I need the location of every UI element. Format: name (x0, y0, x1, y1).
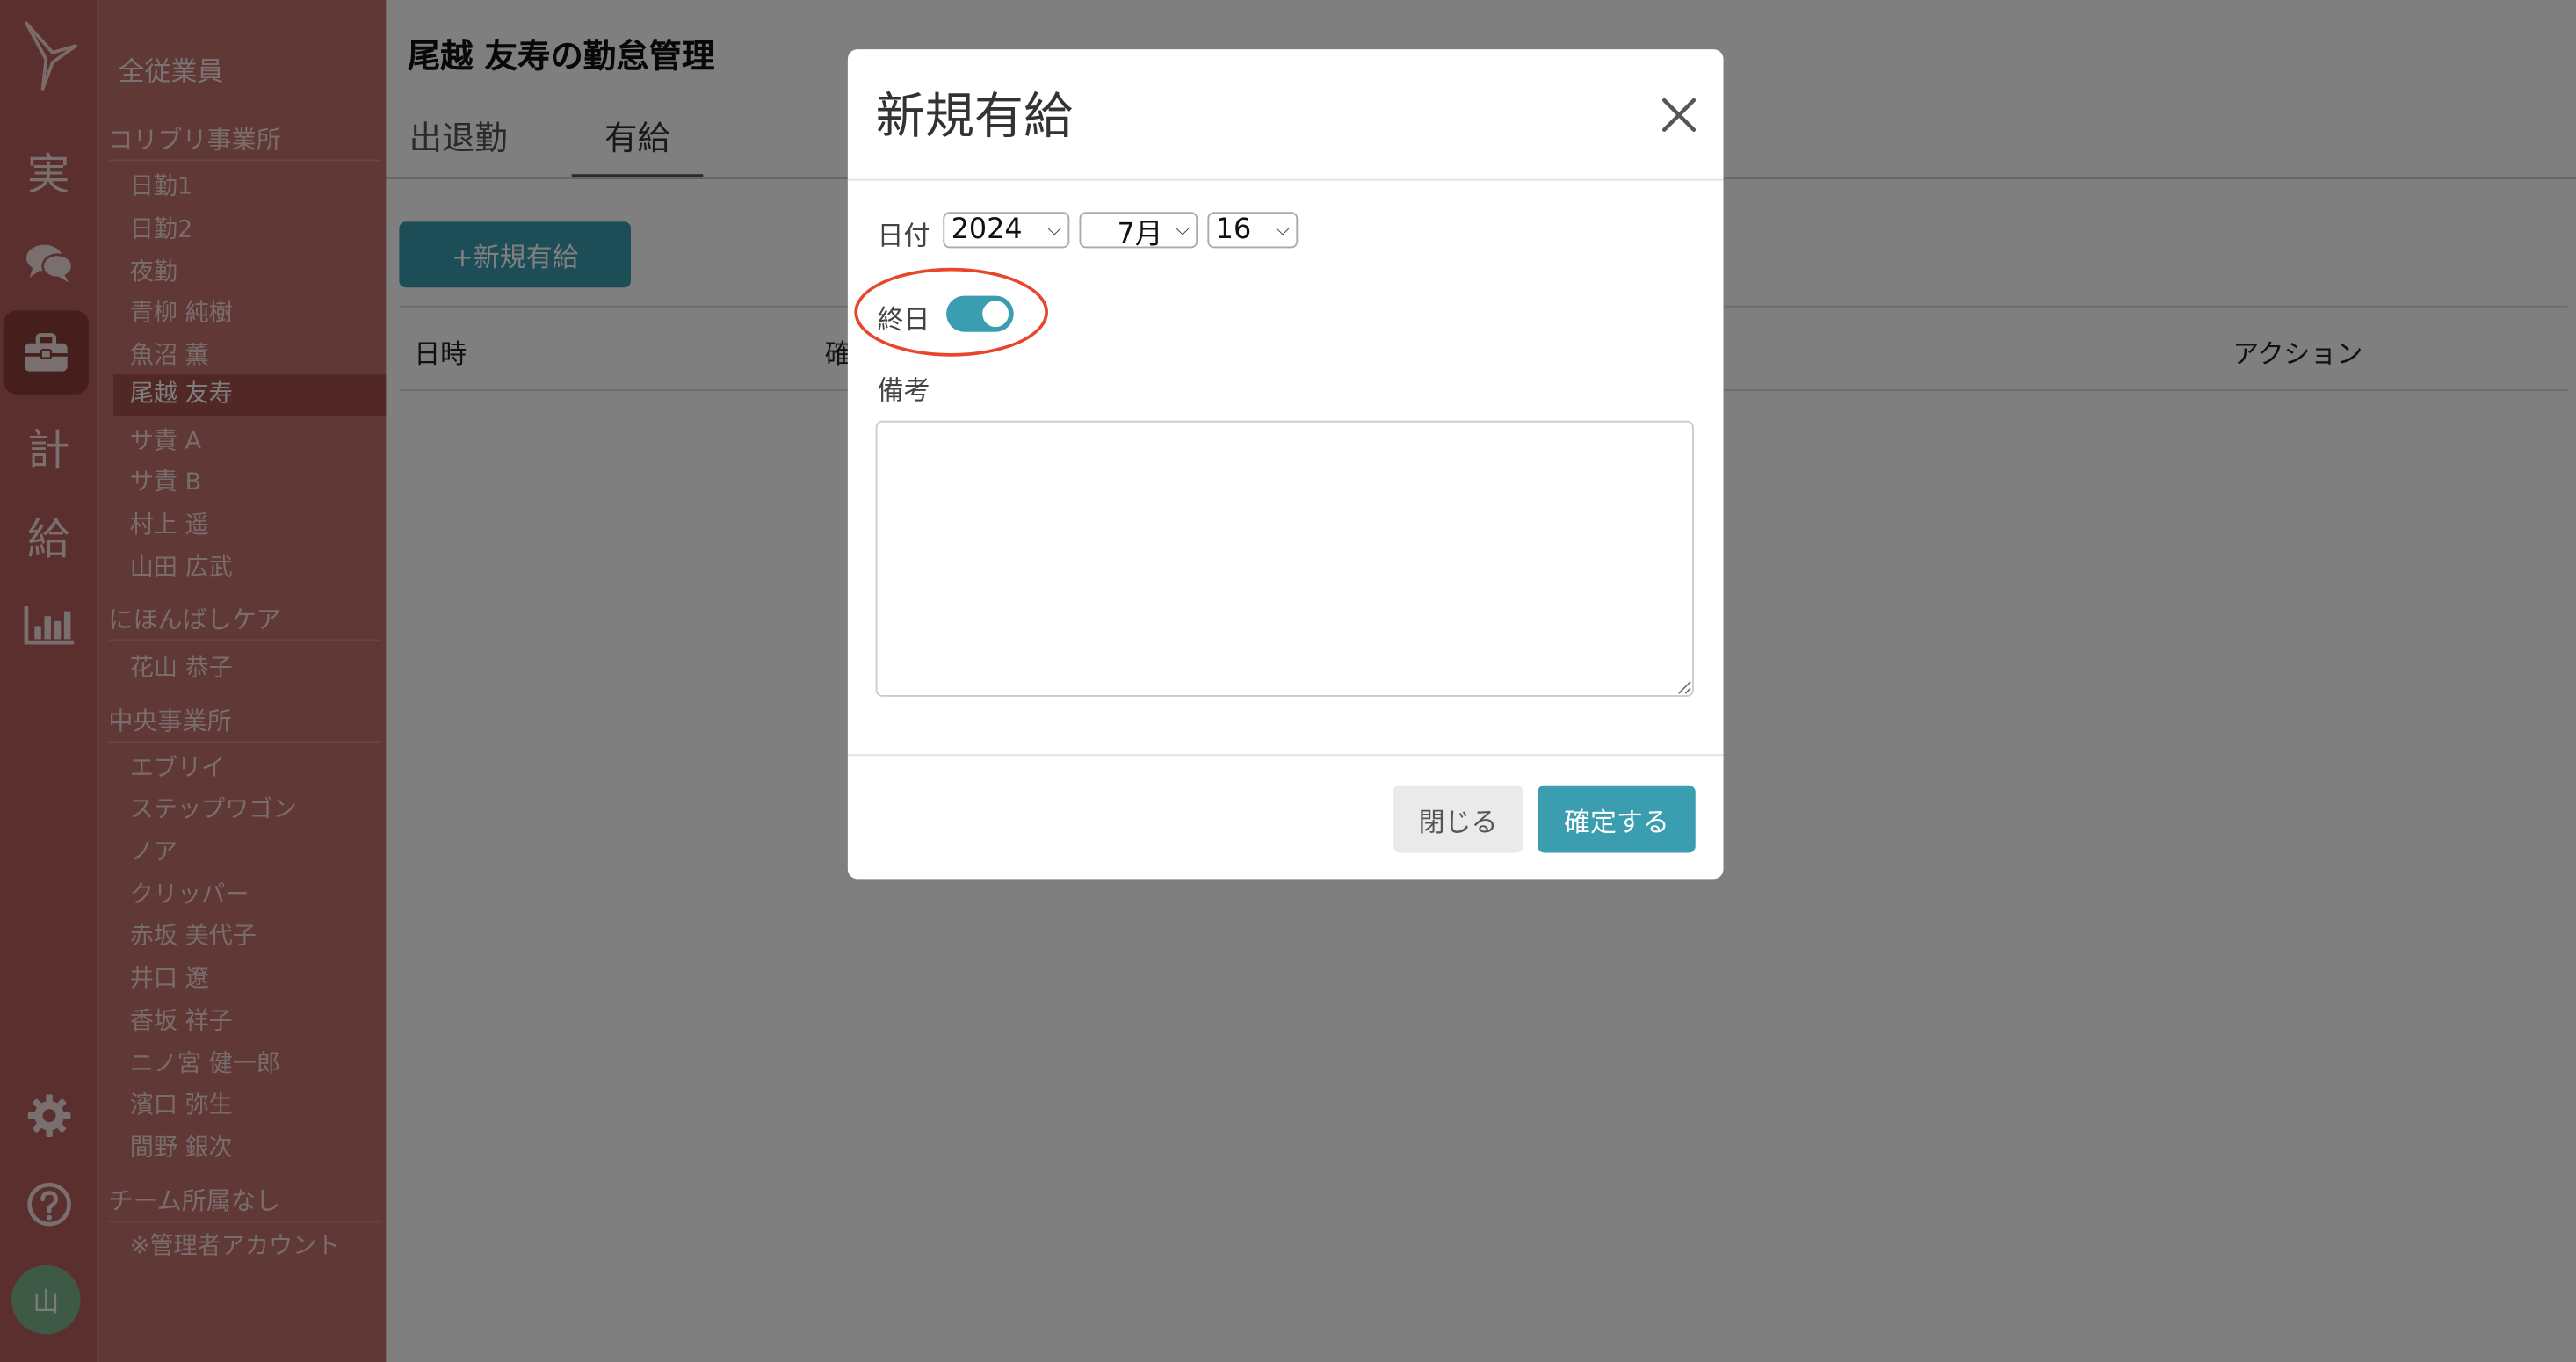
confirm-button[interactable]: 確定する (1538, 785, 1696, 853)
new-paid-leave-modal: 新規有給 日付 2024 ⌵ 7月 ⌵ 16 ⌵ 終日 備考 閉じる 確定する (847, 49, 1724, 880)
app-window: 実 計 給 (0, 0, 2576, 1362)
day-select[interactable]: 16 ⌵ (1207, 212, 1299, 249)
year-select-value: 2024 (951, 214, 1023, 247)
close-button[interactable]: 閉じる (1393, 785, 1523, 853)
close-icon (1661, 98, 1697, 132)
note-textarea[interactable] (875, 420, 1694, 697)
chevron-down-icon: ⌵ (1047, 218, 1061, 241)
highlight-ring (854, 267, 1048, 357)
modal-title: 新規有給 (875, 88, 1074, 147)
chevron-down-icon: ⌵ (1276, 218, 1290, 241)
chevron-down-icon: ⌵ (1176, 218, 1190, 241)
month-select-value: 7月 (1117, 217, 1163, 251)
day-select-value: 16 (1215, 214, 1252, 247)
date-label: 日付 (877, 220, 930, 252)
month-select[interactable]: 7月 ⌵ (1079, 212, 1198, 251)
modal-footer-divider (847, 754, 1724, 757)
year-select[interactable]: 2024 ⌵ (943, 212, 1070, 249)
modal-header-divider (847, 178, 1724, 181)
note-label: 備考 (877, 374, 930, 406)
modal-close-button[interactable] (1658, 94, 1701, 137)
